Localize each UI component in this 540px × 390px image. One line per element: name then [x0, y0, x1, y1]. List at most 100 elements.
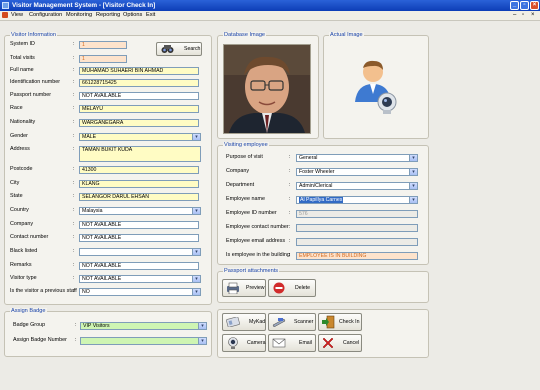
system-id-label: System ID — [10, 41, 35, 47]
visiting-department-select[interactable]: Admin/Clerical ▾ — [296, 181, 418, 190]
contact-number-field[interactable]: NOT AVAILABLE — [79, 233, 199, 242]
visiting-employee-title: Visiting employee — [223, 142, 269, 149]
chevron-down-icon: ▾ — [409, 196, 417, 203]
chevron-down-icon: ▾ — [198, 338, 206, 344]
state-field[interactable]: SELANGOR DARUL EHSAN — [79, 192, 199, 201]
system-id-field[interactable]: 1 — [79, 40, 127, 49]
person-photo-icon — [224, 45, 310, 133]
nationality-label: Nationality — [10, 119, 36, 125]
delete-label: Delete — [295, 285, 310, 291]
scanner-label: Scanner — [294, 319, 314, 325]
identification-number-field[interactable]: 661228715425 — [79, 78, 199, 87]
visitor-type-select[interactable]: NOT AVAILABLE ▾ — [79, 274, 201, 283]
chevron-down-icon: ▾ — [192, 275, 200, 282]
menu-configuration[interactable]: Configuration — [29, 12, 62, 19]
mdi-minimize-button[interactable]: – — [513, 12, 516, 19]
mykad-label: MyKad — [249, 319, 266, 325]
visiting-employee-email-address-field — [296, 237, 418, 246]
door-enter-icon — [322, 315, 335, 329]
race-label: Race — [10, 105, 23, 111]
city-field[interactable]: KLANG — [79, 179, 199, 188]
maximize-button[interactable]: ▫ — [520, 1, 529, 10]
chevron-down-icon: ▾ — [409, 154, 417, 161]
identification-number-label: Identification number — [10, 79, 61, 85]
address-field[interactable]: TAMAN BUKIT KUDA — [79, 145, 201, 162]
visiting-employee-id-number-label: Employee ID number — [226, 210, 277, 216]
chevron-down-icon: ▾ — [192, 133, 200, 140]
menu-options[interactable]: Options — [123, 12, 142, 19]
assign-badge-group: Assign Badge Badge Group : VIP Visitors … — [4, 308, 212, 357]
is-the-visitor-a-previous-staff-select[interactable]: NO ▾ — [79, 287, 201, 296]
title-bar: Visitor Management System - [Visitor Che… — [0, 0, 540, 11]
webcam-user-icon[interactable] — [349, 58, 401, 118]
mdi-close-button[interactable]: × — [531, 12, 535, 19]
race-field[interactable]: MELAYU — [79, 104, 199, 113]
scanner-button[interactable]: Scanner — [268, 313, 316, 331]
menu-monitoring[interactable]: Monitoring — [66, 12, 92, 19]
close-button[interactable]: × — [530, 1, 539, 10]
black-listed-select[interactable]: ▾ — [79, 247, 201, 256]
total-visits-field[interactable]: 1 — [79, 54, 127, 63]
no-entry-icon — [273, 282, 285, 294]
mdi-restore-button[interactable]: ▫ — [522, 12, 524, 19]
camera-button[interactable]: Camera — [222, 334, 266, 352]
badge-number-select[interactable]: ▾ — [80, 337, 207, 345]
app-icon — [2, 2, 9, 9]
binoculars-icon — [161, 45, 174, 53]
badge-number-label: Assign Badge Number — [13, 337, 67, 343]
search-label: Search — [184, 46, 201, 52]
cancel-label: Cancel — [343, 340, 360, 346]
database-photo — [223, 44, 311, 134]
visiting-is-employee-in-the-building-label: Is employee in the building — [226, 252, 290, 258]
company-field[interactable]: NOT AVAILABLE — [79, 220, 199, 229]
menu-view[interactable]: View — [11, 12, 23, 19]
postcode-field[interactable]: 41300 — [79, 165, 199, 174]
total-visits-label: Total visits — [10, 55, 35, 61]
red-x-icon — [322, 337, 334, 349]
email-label: Email — [299, 340, 312, 346]
contact-number-label: Contact number — [10, 234, 49, 240]
visiting-company-select[interactable]: Foster Wheeler ▾ — [296, 167, 418, 176]
visiting-employee-contact-number-label: Employee contact number — [226, 224, 289, 230]
country-select[interactable]: Malaysia ▾ — [79, 206, 201, 215]
passport-attachments-title: Passport attachments — [223, 268, 280, 275]
gender-select[interactable]: MALE ▾ — [79, 132, 201, 141]
badge-group-select[interactable]: VIP Visitors ▾ — [80, 322, 207, 330]
postcode-label: Postcode — [10, 166, 33, 172]
remarks-field[interactable]: NOT AVAILABLE — [79, 261, 199, 270]
state-label: State — [10, 193, 23, 199]
minimize-button[interactable]: _ — [510, 1, 519, 10]
visiting-department-label: Department — [226, 182, 255, 188]
black-listed-label: Black listed — [10, 248, 38, 254]
visiting-is-employee-in-the-building-field: EMPLOYEE IS IN BUILDING — [296, 251, 418, 260]
mykad-button[interactable]: MyKad — [222, 313, 266, 331]
check-in-button[interactable]: Check In — [318, 313, 362, 331]
search-button[interactable]: Search — [156, 42, 202, 56]
email-button[interactable]: Email — [268, 334, 316, 352]
address-label: Address — [10, 146, 30, 152]
chevron-down-icon: ▾ — [192, 207, 200, 214]
id-card-icon — [226, 317, 240, 327]
visiting-employee-name-select[interactable]: Al Papillya Carnes ▾ — [296, 195, 418, 204]
company-label: Company — [10, 221, 34, 227]
check-in-label: Check In — [339, 319, 360, 325]
cancel-button[interactable]: Cancel — [318, 334, 362, 352]
window-title: Visitor Management System - [Visitor Che… — [12, 2, 156, 9]
passport-number-field[interactable]: NOT AVAILABLE — [79, 91, 199, 100]
passport-number-label: Passport number — [10, 92, 52, 98]
gender-label: Gender — [10, 133, 28, 139]
visiting-employee-name-label: Employee name — [226, 196, 265, 202]
preview-button[interactable]: Preview — [222, 279, 266, 297]
visiting-purpose-of-visit-select[interactable]: General ▾ — [296, 153, 418, 162]
visitor-info-title: Visitor Information — [10, 32, 57, 39]
nationality-field[interactable]: WARGANEGARA — [79, 118, 199, 127]
remarks-label: Remarks — [10, 262, 32, 268]
visiting-employee-contact-number-field — [296, 223, 418, 232]
city-label: City — [10, 180, 20, 186]
full-name-label: Full name — [10, 67, 34, 73]
delete-button[interactable]: Delete — [268, 279, 316, 297]
full-name-field[interactable]: MUHAMAD SUHAERI BIN AHMAD — [79, 66, 199, 75]
printer-preview-icon — [227, 282, 239, 294]
menu-exit[interactable]: Exit — [146, 12, 155, 19]
menu-reporting[interactable]: Reporting — [96, 12, 120, 19]
